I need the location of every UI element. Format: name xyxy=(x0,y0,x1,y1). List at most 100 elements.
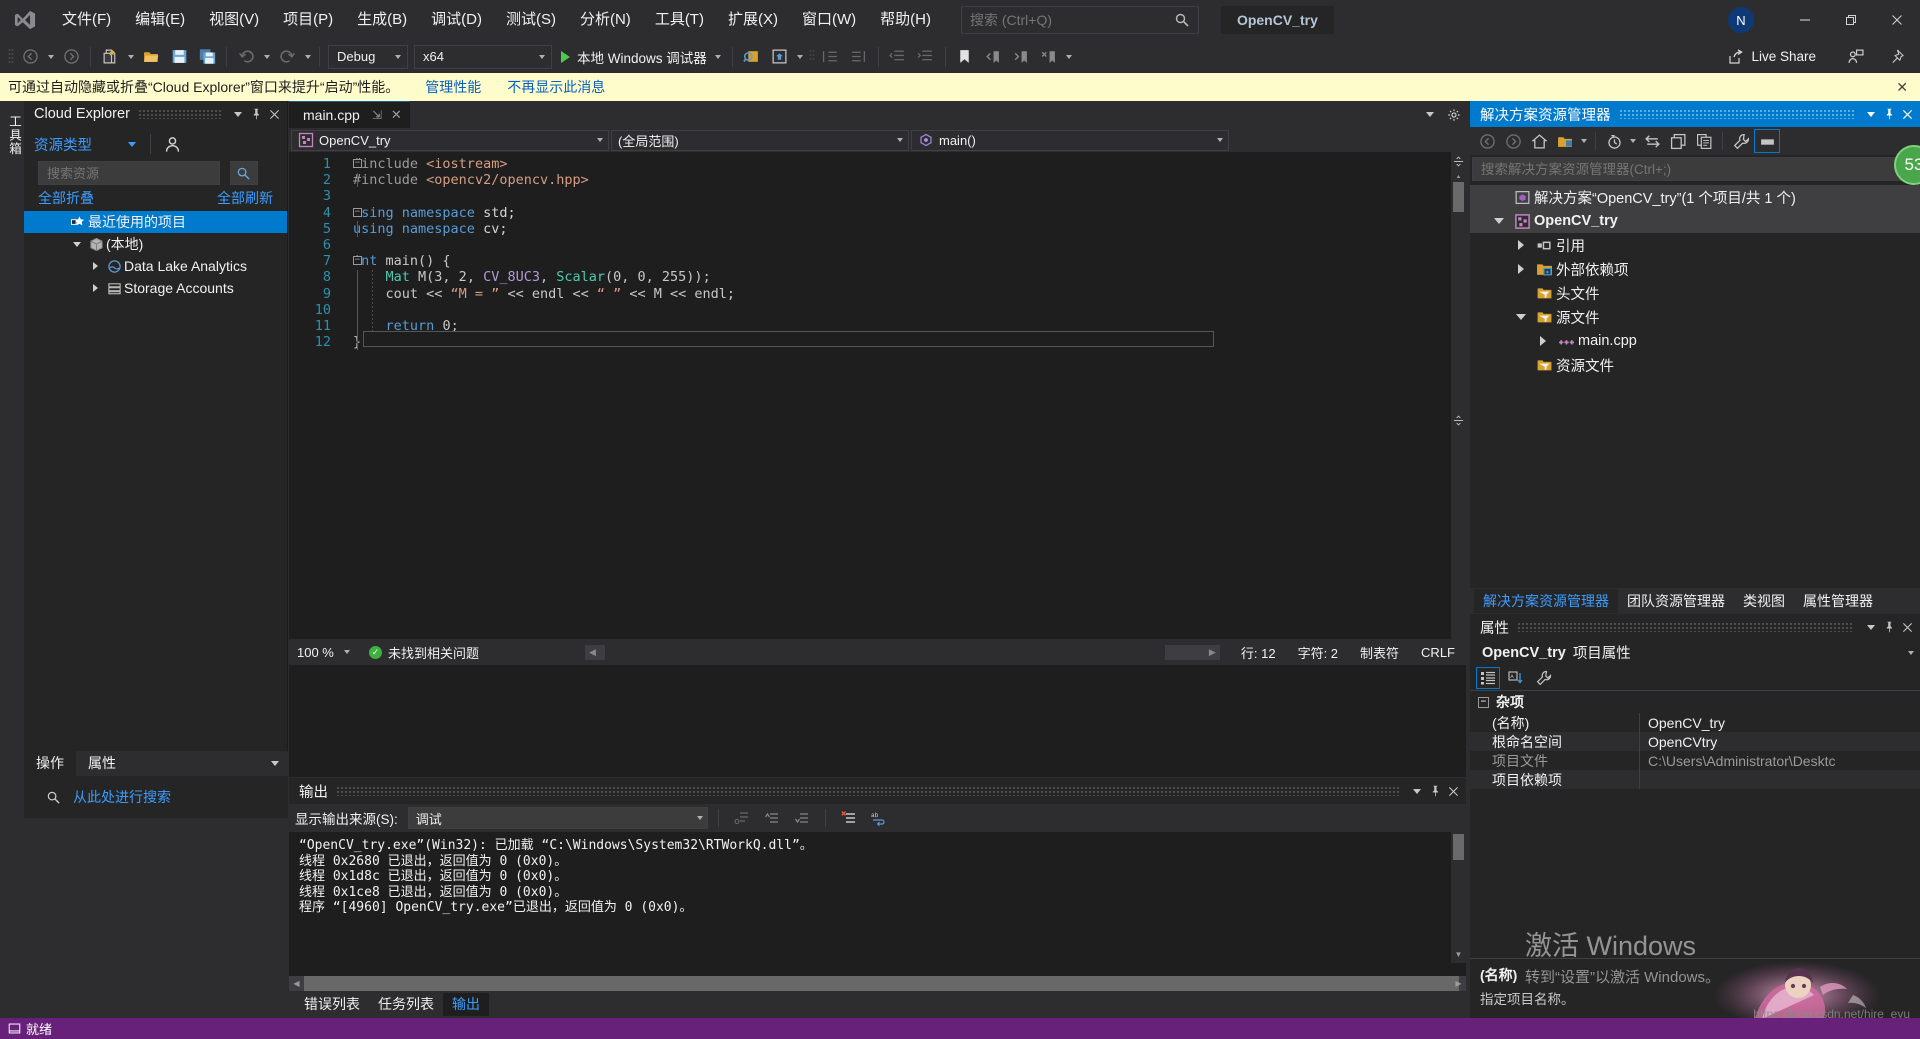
output-source-combo[interactable]: 调试 xyxy=(407,807,708,829)
output-toggle-wordwrap-button[interactable]: ab xyxy=(866,806,892,830)
toggle-bookmark-button[interactable] xyxy=(951,44,979,70)
menu-build[interactable]: 生成(B) xyxy=(345,0,419,40)
scroll-up-arrow[interactable] xyxy=(1454,170,1463,178)
account-avatar[interactable]: N xyxy=(1728,7,1754,33)
menu-edit[interactable]: 编辑(E) xyxy=(123,0,197,40)
new-project-button[interactable] xyxy=(96,44,124,70)
properties-object-selector[interactable]: OpenCV_try 项目属性 xyxy=(1470,640,1920,665)
output-goto-previous-button[interactable] xyxy=(759,806,785,830)
collapse-toggle-icon[interactable]: − xyxy=(1478,696,1489,708)
clear-bookmarks-button[interactable] xyxy=(1035,44,1063,70)
titlebar-drag-dots[interactable] xyxy=(137,109,221,119)
scroll-marker-annotation[interactable] xyxy=(1452,414,1465,427)
toolbar-overflow-button[interactable] xyxy=(1063,44,1076,70)
fold-toggle-line-1[interactable]: − xyxy=(353,159,362,168)
solution-view-code-button[interactable] xyxy=(1691,129,1717,153)
solution-explorer-menu-button[interactable] xyxy=(1862,103,1880,125)
navigate-forward-button[interactable] xyxy=(57,44,85,70)
output-scroll-down-arrow[interactable]: ▼ xyxy=(1452,949,1465,959)
code-editor-surface[interactable]: 1 2 3 4 5 6 7 8 9 10 11 12 #include <ios… xyxy=(289,152,1466,639)
maximize-button[interactable] xyxy=(1828,0,1874,40)
editor-vertical-scrollbar[interactable] xyxy=(1451,152,1466,639)
start-debugging-button[interactable]: 本地 Windows 调试器 xyxy=(555,44,727,70)
fold-toggle-line-7[interactable]: − xyxy=(353,256,362,266)
output-horizontal-scrollbar[interactable]: ◀ ▶ xyxy=(289,976,1466,991)
solution-collapse-all-button[interactable] xyxy=(1665,129,1691,153)
output-scroll-right-arrow[interactable]: ▶ xyxy=(1451,976,1466,991)
editor-horizontal-scrollbar[interactable]: ◀ ▶ xyxy=(585,644,1220,660)
property-value[interactable] xyxy=(1640,770,1920,789)
collapse-all-link[interactable]: 全部折叠 xyxy=(38,188,94,208)
menu-debug[interactable]: 调试(D) xyxy=(419,0,494,40)
properties-pin-button[interactable] xyxy=(1880,616,1898,638)
property-row-root-namespace[interactable]: 根命名空间 OpenCVtry xyxy=(1470,732,1920,751)
editor-tab-close-icon[interactable]: ✕ xyxy=(391,107,402,123)
twisty-closed[interactable] xyxy=(86,284,104,292)
tree-item-local[interactable]: (本地) xyxy=(24,233,287,255)
output-vscroll-thumb[interactable] xyxy=(1453,834,1464,860)
solution-show-all-files-dropdown[interactable] xyxy=(1578,129,1590,153)
cloud-resource-search-button[interactable] xyxy=(230,161,258,185)
menu-help[interactable]: 帮助(H) xyxy=(868,0,943,40)
tab-task-list[interactable]: 任务列表 xyxy=(369,993,443,1016)
tabstrip-overflow-button[interactable] xyxy=(262,751,288,776)
uncomment-selection-button[interactable] xyxy=(845,44,873,70)
refresh-all-link[interactable]: 全部刷新 xyxy=(217,188,273,208)
twisty-open[interactable] xyxy=(1510,314,1532,320)
cloud-explorer-close-button[interactable] xyxy=(265,103,283,125)
solution-configuration-combo[interactable]: Debug xyxy=(328,44,408,69)
output-scroll-left-arrow[interactable]: ◀ xyxy=(289,976,304,991)
editor-settings-button[interactable] xyxy=(1442,101,1466,128)
redo-button[interactable] xyxy=(273,44,301,70)
tree-item-solution[interactable]: 解决方案“OpenCV_try”(1 个项目/共 1 个) xyxy=(1470,185,1920,209)
fold-toggle-line-4[interactable]: − xyxy=(353,207,362,217)
quick-launch-input[interactable] xyxy=(969,12,1174,28)
editor-zoom-control[interactable]: 100 % xyxy=(289,639,361,665)
decrease-indent-button[interactable] xyxy=(884,44,912,70)
tab-team-explorer[interactable]: 团队资源管理器 xyxy=(1618,589,1734,613)
editor-tab-pin-icon[interactable]: ⇲ xyxy=(372,108,382,122)
new-project-dropdown[interactable] xyxy=(124,44,137,70)
nav-member-combo[interactable]: main() xyxy=(911,129,1229,151)
solution-explorer-search[interactable] xyxy=(1472,157,1918,181)
save-button[interactable] xyxy=(165,44,193,70)
titlebar-drag-dots[interactable] xyxy=(1618,109,1854,119)
manage-performance-link[interactable]: 管理性能 xyxy=(425,77,481,97)
redo-dropdown[interactable] xyxy=(301,44,314,70)
tab-error-list[interactable]: 错误列表 xyxy=(295,993,369,1016)
save-all-button[interactable] xyxy=(193,44,221,70)
tab-solution-explorer[interactable]: 解决方案资源管理器 xyxy=(1474,589,1618,613)
toolbar-grip-icon-2[interactable] xyxy=(807,47,817,67)
property-value[interactable]: OpenCVtry xyxy=(1640,732,1920,751)
output-goto-next-button[interactable] xyxy=(789,806,815,830)
search-from-here-link[interactable]: 从此处进行搜索 xyxy=(73,787,171,807)
editor-hscroll-thumb[interactable] xyxy=(605,644,1165,660)
navigate-backward-dropdown[interactable] xyxy=(44,44,57,70)
scroll-right-arrow[interactable]: ▶ xyxy=(1205,645,1220,660)
toolbar-grip-icon[interactable] xyxy=(6,47,16,67)
nav-project-combo[interactable]: OpenCV_try xyxy=(291,129,609,151)
tree-item-main-cpp[interactable]: main.cpp xyxy=(1470,329,1920,353)
twisty-closed[interactable] xyxy=(86,262,104,270)
twisty-open[interactable] xyxy=(1488,218,1510,224)
solution-explorer-search-input[interactable] xyxy=(1473,161,1887,177)
live-share-button[interactable]: Live Share xyxy=(1728,40,1816,73)
undo-button[interactable] xyxy=(232,44,260,70)
notification-close-button[interactable]: ✕ xyxy=(1896,73,1908,101)
show-hide-window-button[interactable] xyxy=(766,44,794,70)
tree-item-data-lake-analytics[interactable]: Data Lake Analytics xyxy=(24,255,287,277)
toolbox-vertical-tab[interactable]: 工具箱 xyxy=(0,101,24,791)
tab-properties-left[interactable]: 属性 xyxy=(76,751,128,776)
property-row-project-dependencies[interactable]: 项目依赖项 xyxy=(1470,770,1920,789)
comment-selection-button[interactable] xyxy=(817,44,845,70)
titlebar-drag-dots[interactable] xyxy=(336,786,1400,796)
output-hscroll-thumb[interactable] xyxy=(304,976,1459,991)
menu-view[interactable]: 视图(V) xyxy=(197,0,271,40)
cloud-resource-search[interactable]: ✕ xyxy=(38,161,251,185)
quick-launch-search[interactable] xyxy=(960,6,1199,34)
chevron-down-icon[interactable] xyxy=(128,141,136,147)
nav-scope-combo[interactable]: (全局范围) xyxy=(611,129,909,151)
twisty-closed[interactable] xyxy=(1510,240,1532,250)
solution-pending-changes-button[interactable] xyxy=(1601,129,1627,153)
properties-menu-button[interactable] xyxy=(1862,616,1880,638)
